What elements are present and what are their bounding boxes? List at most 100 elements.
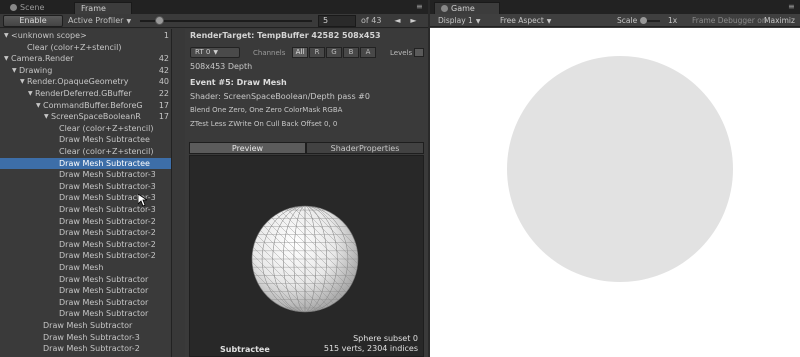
preview-tabs: Preview ShaderProperties [189,142,424,154]
chevron-down-icon: ▼ [546,18,552,25]
maximize-toggle[interactable]: Maximiz [764,16,795,25]
tree-row-label: ScreenSpaceBooleanR [51,112,141,122]
render-target-title: RenderTarget: TempBuffer 42582 508x453 [190,31,381,40]
tree-row[interactable]: Draw Mesh Subtractor-3 [0,181,171,193]
tree-row[interactable]: ▼ Render.OpaqueGeometry 40 [0,76,171,88]
expand-arrow-icon[interactable]: ▼ [36,100,41,111]
rt-select-label: RT 0 [195,48,211,56]
tree-row-label: Draw Mesh Subtractor-3 [59,181,155,191]
tree-row[interactable]: Clear (color+Z+stencil) [0,146,171,158]
frame-slider[interactable] [140,20,312,22]
frame-debugger-panel: Scene Frame Debug ≡ Enable Active Profil… [0,0,428,357]
tree-row[interactable]: ▼ CommandBuffer.BeforeG 17 [0,100,171,112]
levels-icon[interactable] [414,48,424,57]
tree-row[interactable]: ▼ Drawing 42 [0,65,171,77]
tree-row-label: Draw Mesh Subtractor-3 [43,332,140,342]
tree-row-label: Draw Mesh Subtractee [59,135,150,145]
frame-debugger-on-label: Frame Debugger on [692,16,767,25]
tree-row-count: 42 [158,65,169,75]
tree-row[interactable]: Draw Mesh Subtractor-2 [0,250,171,262]
tree-row-label: Draw Mesh Subtractor-2 [59,239,155,249]
expand-arrow-icon[interactable]: ▼ [44,111,49,122]
menu-icon[interactable]: ≡ [788,2,795,11]
tree-row[interactable]: Draw Mesh Subtractor-3 [0,332,171,344]
game-panel: Game ≡ Display 1 ▼ Free Aspect ▼ Scale 1x … [430,0,800,357]
tree-row[interactable]: Draw Mesh Subtractor [0,308,171,320]
tree-row-label: <unknown scope> [11,31,87,40]
tab-preview[interactable]: Preview [189,142,306,154]
frame-debug-toolbar: Enable Active Profiler ▼ 5 of 43 ◄ ► [0,14,428,28]
tree-row-label: Draw Mesh Subtractor-2 [59,251,155,261]
active-profiler-dropdown[interactable]: Active Profiler ▼ [68,16,131,25]
tree-row[interactable]: Draw Mesh Subtractor [0,274,171,286]
tree-row-label: Draw Mesh Subtractor [43,321,133,330]
expand-arrow-icon[interactable]: ▼ [12,65,17,76]
tree-row[interactable]: Draw Mesh Subtractee [0,157,171,170]
tree-row-label: Camera.Render [11,54,74,64]
frame-slider-thumb[interactable] [154,16,164,25]
channel-a-button[interactable]: A [360,47,376,58]
tab-shader-properties[interactable]: ShaderProperties [306,142,424,154]
tree-row[interactable]: Draw Mesh [0,262,171,274]
tree-row[interactable]: ▼ ScreenSpaceBooleanR 17 [0,111,171,123]
tab-game[interactable]: Game [434,2,500,14]
shader-info: Shader: ScreenSpaceBoolean/Depth pass #0 [190,92,370,101]
tree-row[interactable]: ▼ RenderDeferred.GBuffer 22 [0,88,171,100]
channel-all-button[interactable]: All [292,47,308,58]
tree-row[interactable]: ▼ Camera.Render 42 [0,53,171,65]
channel-r-button[interactable]: R [309,47,325,58]
aspect-dropdown[interactable]: Free Aspect ▼ [500,16,551,25]
display-dropdown[interactable]: Display 1 ▼ [438,16,480,25]
tree-row[interactable]: Draw Mesh Subtractor-3 [0,169,171,181]
render-target-select[interactable]: RT 0 ▼ [190,47,240,58]
left-tab-bar: Scene Frame Debug ≡ [0,0,428,25]
tab-frame-debug[interactable]: Frame Debug [74,2,132,25]
blend-info: Blend One Zero, One Zero ColorMask RGBA [190,106,343,114]
prev-event-button[interactable]: ◄ [392,15,403,27]
scale-slider-thumb[interactable] [640,17,647,24]
right-tab-bar: Game ≡ [430,0,800,14]
menu-icon[interactable]: ≡ [416,2,423,11]
preview-subset: Sphere subset 0 [353,334,418,343]
tree-row[interactable]: Draw Mesh Subtractor-2 [0,343,171,355]
expand-arrow-icon[interactable]: ▼ [4,53,9,64]
frame-total-label: of 43 [361,16,382,25]
channel-b-button[interactable]: B [343,47,359,58]
tree-row[interactable]: Draw Mesh Subtractor-2 [0,239,171,251]
expand-arrow-icon[interactable]: ▼ [28,88,33,99]
expand-arrow-icon[interactable]: ▼ [20,76,25,87]
tree-row[interactable]: Clear (color+Z+stencil) [0,123,171,135]
levels-label: Levels [390,49,413,57]
tree-row-label: Draw Mesh [59,263,104,272]
rendered-sphere [507,56,733,282]
frame-index-field[interactable]: 5 [318,15,356,27]
tree-row-label: RenderDeferred.GBuffer [35,89,132,98]
tree-row[interactable]: Draw Mesh Subtractor [0,297,171,309]
tree-row[interactable]: Draw Mesh Subtractor [0,285,171,297]
tree-row[interactable]: Draw Mesh Subtractor [0,320,171,332]
tree-row[interactable]: Draw Mesh Subtractor-2 [0,227,171,239]
tree-row[interactable]: ▼ <unknown scope> 1 [0,30,171,42]
game-toolbar: Display 1 ▼ Free Aspect ▼ Scale 1x Frame D… [430,14,800,27]
tree-row[interactable]: Draw Mesh Subtractee [0,134,171,146]
tab-scene[interactable]: Scene [4,2,66,14]
display-label: Display 1 [438,16,473,25]
tree-row-count: 22 [158,89,169,98]
tree-row-label: Draw Mesh Subtractor [59,309,149,319]
tree-row[interactable]: Clear (color+Z+stencil) [0,42,171,54]
chevron-down-icon: ▼ [213,49,218,56]
event-title: Event #5: Draw Mesh [190,78,287,87]
channel-g-button[interactable]: G [326,47,342,58]
mesh-preview[interactable]: Subtractee Sphere subset 0 515 verts, 23… [189,155,424,357]
tree-row-label: Render.OpaqueGeometry [27,77,129,87]
event-tree[interactable]: ▼ <unknown scope> 1 Clear (color+Z+stencil)… [0,29,172,357]
expand-arrow-icon[interactable]: ▼ [4,30,9,41]
game-viewport[interactable] [430,28,800,357]
tree-row-label: Draw Mesh Subtractor-2 [43,344,140,354]
chevron-down-icon: ▼ [475,18,481,25]
tree-row[interactable]: Draw Mesh Subtractor-2 [0,216,171,228]
next-event-button[interactable]: ► [408,15,419,27]
enable-button[interactable]: Enable [3,15,63,27]
tree-row-count: 1 [163,31,169,40]
tree-row-label: Clear (color+Z+stencil) [27,42,122,52]
